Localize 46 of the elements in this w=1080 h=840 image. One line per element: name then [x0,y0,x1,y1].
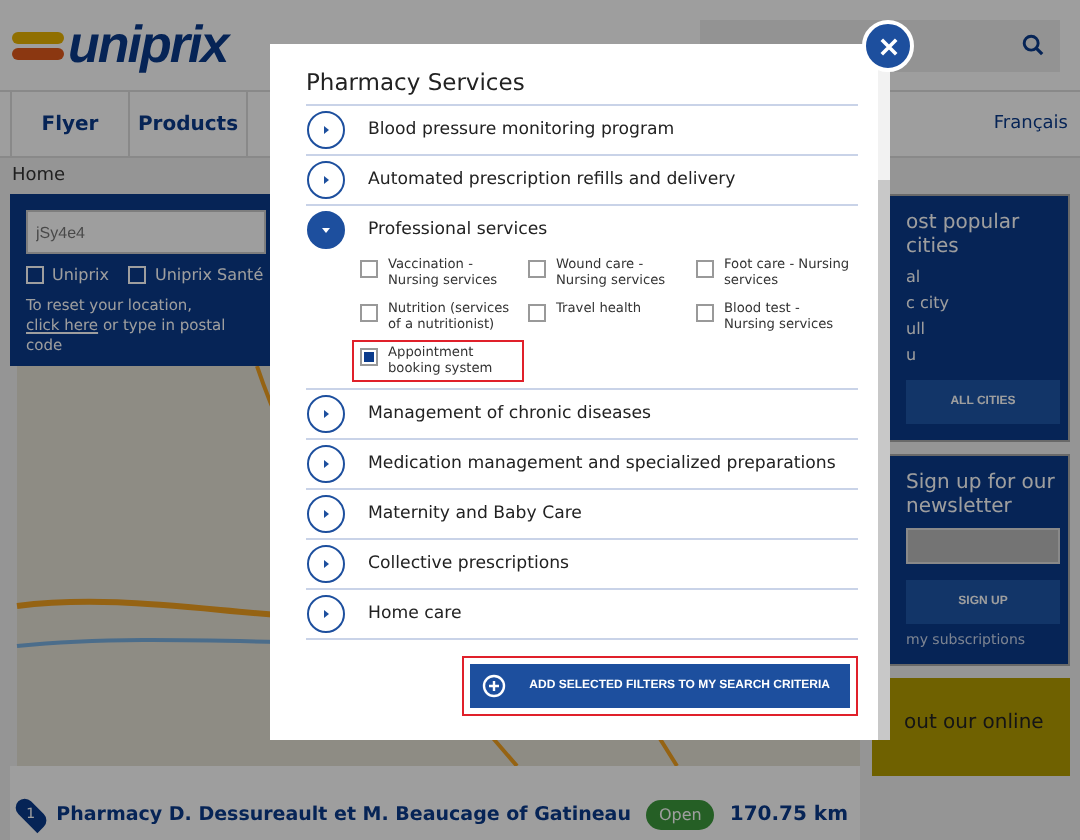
service-category[interactable]: Collective prescriptions [368,554,570,575]
service-category[interactable]: Home care [368,604,462,625]
checkbox[interactable] [528,303,546,322]
service-category[interactable]: Blood pressure monitoring program [368,120,675,140]
service-category[interactable]: Medication management and specialized preparations [368,454,836,475]
search-icon[interactable] [1022,34,1044,56]
expand-icon[interactable] [306,494,346,535]
plus-circle-icon [481,674,506,699]
expand-icon[interactable] [306,394,346,435]
dialog-title: Pharmacy Services [306,68,858,106]
collapse-icon[interactable] [306,210,346,250]
checkbox[interactable] [696,303,714,322]
open-status: Open [646,799,714,830]
service-category[interactable]: Automated prescription refills and delivery [368,170,736,190]
expand-icon[interactable] [306,444,346,485]
close-icon[interactable] [879,37,897,55]
logo[interactable]: uniprix [68,14,228,76]
location-input[interactable]: jSy4e4 [26,210,266,254]
service-category[interactable]: Maternity and Baby Care [368,504,582,525]
logo-stripes-icon [12,29,64,61]
checkbox[interactable] [528,260,546,278]
checkbox[interactable] [360,347,378,366]
expand-icon[interactable] [306,160,346,200]
nav-tab[interactable]: Products [130,92,248,156]
newsletter-title: Sign up for our newsletter [906,472,1057,520]
filter-checkbox[interactable]: Uniprix [26,266,109,284]
checkbox[interactable] [360,303,378,322]
expand-icon[interactable] [306,110,346,150]
checkbox[interactable] [696,260,714,278]
expand-icon[interactable] [306,594,346,635]
service-category[interactable]: Professional services [368,220,548,240]
expand-icon[interactable] [306,544,346,585]
city-link[interactable]: c city [906,294,1060,312]
service-category[interactable]: Management of chronic diseases [368,404,652,425]
nav-tab[interactable]: Flyer [10,92,130,156]
city-link[interactable]: ull [906,320,1060,338]
email-field[interactable] [906,528,1060,564]
panel-title: ost popular cities [906,212,1022,260]
city-link[interactable]: u [906,346,1060,364]
promo-text: out our online [904,712,1044,734]
distance: 170.75 km [729,803,848,826]
filter-checkbox[interactable]: Uniprix Santé [128,266,264,284]
language-link[interactable]: Français [993,92,1080,156]
city-link[interactable]: al [906,268,1060,286]
checkbox[interactable] [360,260,378,278]
pharmacy-name[interactable]: Pharmacy D. Dessureault et M. Beaucage of Gatineau [56,803,631,826]
